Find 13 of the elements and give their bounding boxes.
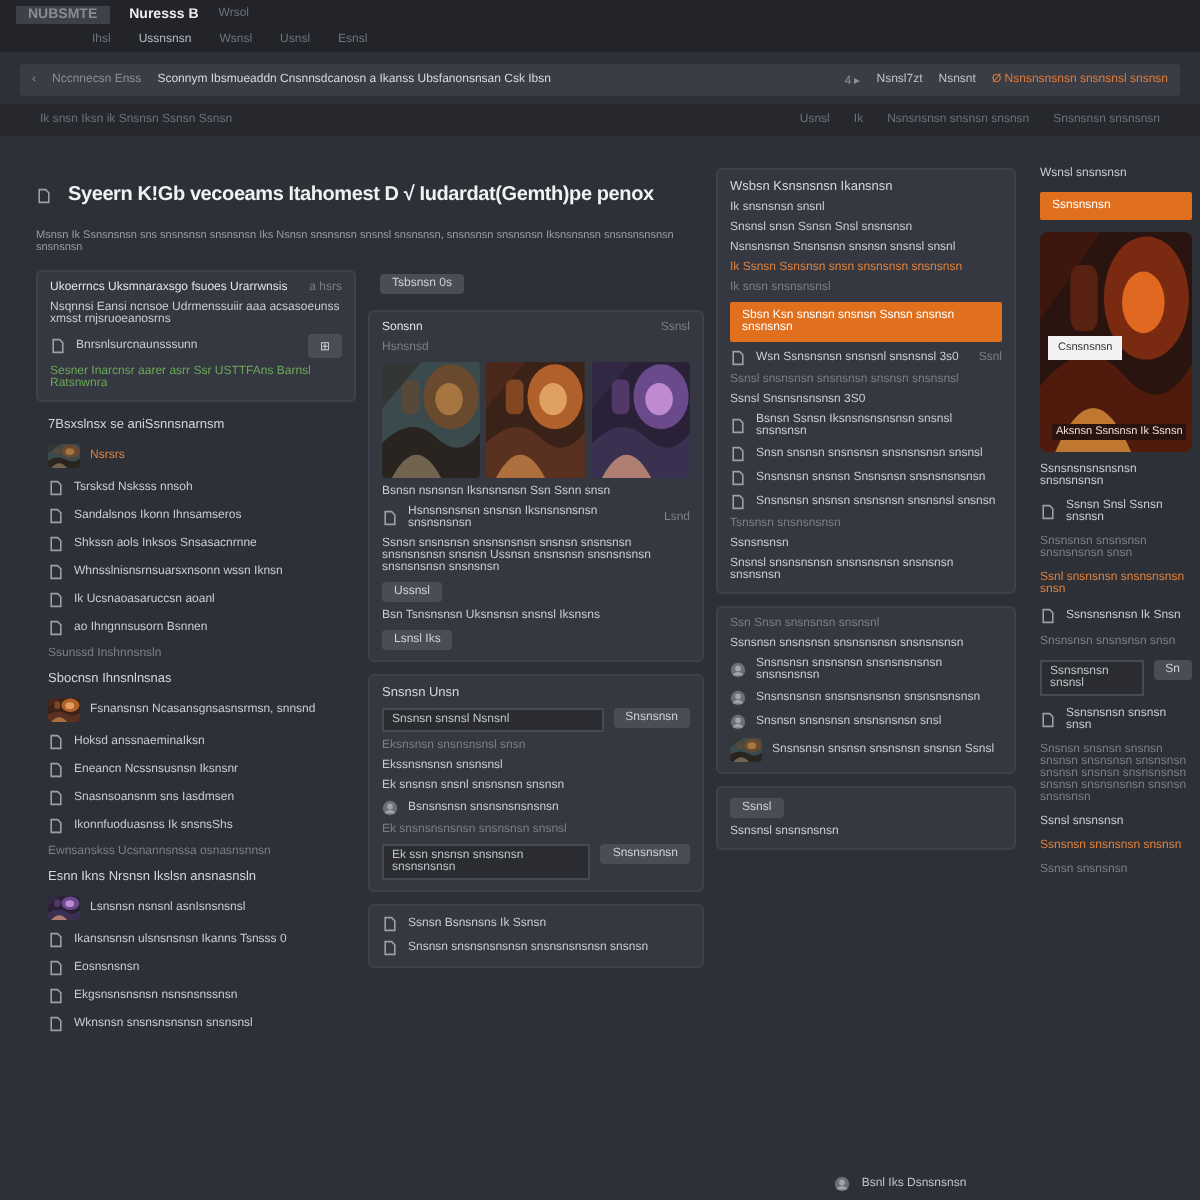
document-icon [382, 510, 398, 526]
document-icon [50, 338, 66, 354]
avatar-icon [382, 800, 398, 816]
document-icon [730, 350, 746, 366]
document-icon [1040, 712, 1056, 728]
document-icon [1040, 608, 1056, 624]
document-icon [36, 187, 52, 203]
page-title: Syeern K!Gb vecoeams Itahomest D √ Iudardat(Gemth)pe penox [68, 184, 654, 206]
avatar-icon [730, 714, 746, 730]
avatar-icon [730, 662, 746, 678]
avatar-icon [833, 1176, 850, 1192]
document-icon [1040, 504, 1056, 520]
avatar-icon [730, 690, 746, 706]
